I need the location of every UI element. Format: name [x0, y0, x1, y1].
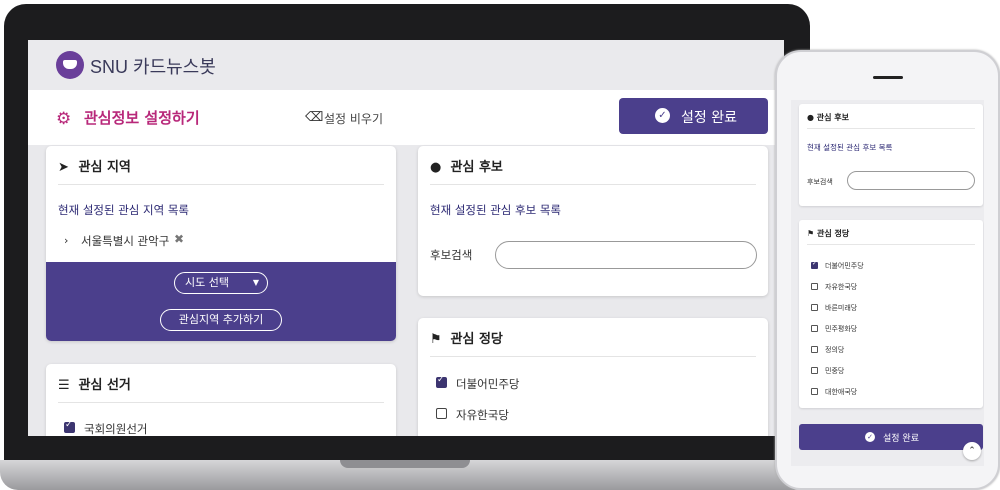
mobile-party-card: ⚑ 관심 정당 더불어민주당 자유한국당 바른미래당 민주평화당 정의당 민중당…	[799, 220, 983, 408]
mobile-party-checkbox[interactable]	[811, 367, 818, 374]
list-check-icon: ☰	[58, 378, 70, 393]
party-label: 자유한국당	[456, 408, 509, 422]
election-card: ☰ 관심 선거 국회의원선거	[46, 364, 396, 436]
laptop-mockup: SNU 카드뉴스봇 ⚙ 관심정보 설정하기 ⌫ 설정 비우기 ✓ 설정 완료 ➤…	[0, 0, 812, 490]
candidate-card: ● 관심 후보 현재 설정된 관심 후보 목록 후보검색	[418, 146, 768, 296]
divider	[807, 244, 975, 245]
election-label: 국회의원선거	[84, 422, 148, 436]
location-arrow-icon: ➤	[58, 160, 69, 175]
user-icon: ●	[430, 160, 442, 175]
candidate-card-header: ● 관심 후보	[430, 156, 503, 175]
divider	[430, 184, 756, 185]
logo-icon[interactable]	[56, 51, 84, 79]
flag-icon: ⚑	[430, 332, 442, 347]
mobile-candidate-card: ● 관심 후보 현재 설정된 관심 후보 목록 후보검색	[799, 104, 983, 206]
mobile-done-label: 설정 완료	[883, 434, 919, 444]
chevron-right-icon: ›	[64, 234, 69, 247]
mobile-party-label: 바른미래당	[825, 304, 858, 312]
candidate-search-label: 후보검색	[430, 248, 473, 262]
candidate-list-subtitle: 현재 설정된 관심 후보 목록	[430, 203, 562, 217]
party-checkbox[interactable]	[436, 375, 447, 388]
divider	[430, 356, 756, 357]
sido-select[interactable]: 시도 선택 ▼	[174, 272, 268, 294]
divider	[58, 184, 384, 185]
election-card-title: 관심 선거	[78, 378, 131, 393]
add-region-button[interactable]: 관심지역 추가하기	[160, 309, 282, 331]
phone-mockup: ● 관심 후보 현재 설정된 관심 후보 목록 후보검색 ⚑ 관심 정당 더불어…	[775, 50, 1000, 490]
mobile-search-label: 후보검색	[807, 178, 833, 186]
sido-select-value: 시도 선택	[185, 276, 229, 289]
mobile-party-header: ⚑ 관심 정당	[807, 228, 849, 239]
mobile-party-label: 민주평화당	[825, 325, 858, 333]
page-title: 관심정보 설정하기	[84, 109, 200, 127]
mobile-party-checkbox[interactable]	[811, 325, 818, 332]
candidate-search-input[interactable]	[495, 241, 757, 269]
scroll-top-icon[interactable]: ⌃	[963, 442, 981, 460]
phone-screen: ● 관심 후보 현재 설정된 관심 후보 목록 후보검색 ⚑ 관심 정당 더불어…	[791, 100, 984, 466]
region-card-title: 관심 지역	[78, 160, 131, 175]
region-list-subtitle: 현재 설정된 관심 지역 목록	[58, 203, 190, 217]
mobile-party-checkbox[interactable]	[811, 304, 818, 311]
check-circle-icon: ✓	[865, 432, 875, 442]
remove-region-icon[interactable]: ✖	[174, 232, 184, 246]
party-checkbox[interactable]	[436, 408, 447, 419]
brand-title[interactable]: SNU 카드뉴스봇	[90, 53, 216, 79]
mobile-party-label: 더불어민주당	[825, 262, 864, 270]
region-add-panel: 시도 선택 ▼ 관심지역 추가하기	[46, 262, 396, 341]
top-navbar: SNU 카드뉴스봇	[28, 40, 784, 90]
candidate-card-title: 관심 후보	[450, 160, 503, 175]
party-label: 더불어민주당	[456, 377, 520, 391]
mobile-party-label: 민중당	[825, 367, 845, 375]
flag-icon: ⚑	[807, 229, 815, 238]
region-item: 서울특별시 관악구	[81, 234, 170, 248]
done-button-label: 설정 완료	[681, 110, 737, 126]
settings-header: ⚙ 관심정보 설정하기 ⌫ 설정 비우기 ✓ 설정 완료	[28, 90, 784, 145]
mobile-party-label: 정의당	[825, 346, 845, 354]
caret-down-icon: ▼	[252, 278, 259, 287]
mobile-party-label: 대한애국당	[825, 388, 858, 396]
mobile-search-input[interactable]	[847, 171, 975, 190]
mobile-party-title: 관심 정당	[816, 229, 850, 238]
mobile-candidate-header: ● 관심 후보	[807, 112, 849, 123]
mobile-candidate-title: 관심 후보	[816, 113, 850, 122]
mobile-party-checkbox[interactable]	[811, 283, 818, 290]
done-button[interactable]: ✓ 설정 완료	[619, 98, 768, 134]
election-card-header: ☰ 관심 선거	[58, 374, 131, 393]
user-icon: ●	[807, 113, 814, 122]
mobile-candidate-subtitle: 현재 설정된 관심 후보 목록	[807, 143, 893, 152]
mobile-party-checkbox[interactable]	[811, 260, 818, 269]
phone-speaker	[873, 76, 903, 79]
region-card: ➤ 관심 지역 현재 설정된 관심 지역 목록 › 서울특별시 관악구 ✖ 시도…	[46, 146, 396, 341]
party-card-header: ⚑ 관심 정당	[430, 328, 503, 347]
check-circle-icon: ✓	[655, 108, 670, 123]
laptop-screen: SNU 카드뉴스봇 ⚙ 관심정보 설정하기 ⌫ 설정 비우기 ✓ 설정 완료 ➤…	[28, 40, 784, 436]
mobile-party-label: 자유한국당	[825, 283, 858, 291]
mobile-party-checkbox[interactable]	[811, 388, 818, 395]
mobile-party-checkbox[interactable]	[811, 346, 818, 353]
divider	[58, 402, 384, 403]
clear-settings-button[interactable]: 설정 비우기	[324, 110, 383, 127]
eraser-icon[interactable]: ⌫	[305, 110, 323, 125]
party-card: ⚑ 관심 정당 더불어민주당 자유한국당	[418, 318, 768, 436]
gears-icon: ⚙	[56, 109, 72, 129]
party-card-title: 관심 정당	[450, 332, 503, 347]
region-card-header: ➤ 관심 지역	[58, 156, 131, 175]
laptop-notch	[340, 460, 470, 468]
mobile-done-button[interactable]: ✓ 설정 완료	[799, 424, 983, 450]
divider	[807, 128, 975, 129]
election-checkbox[interactable]	[64, 420, 75, 433]
